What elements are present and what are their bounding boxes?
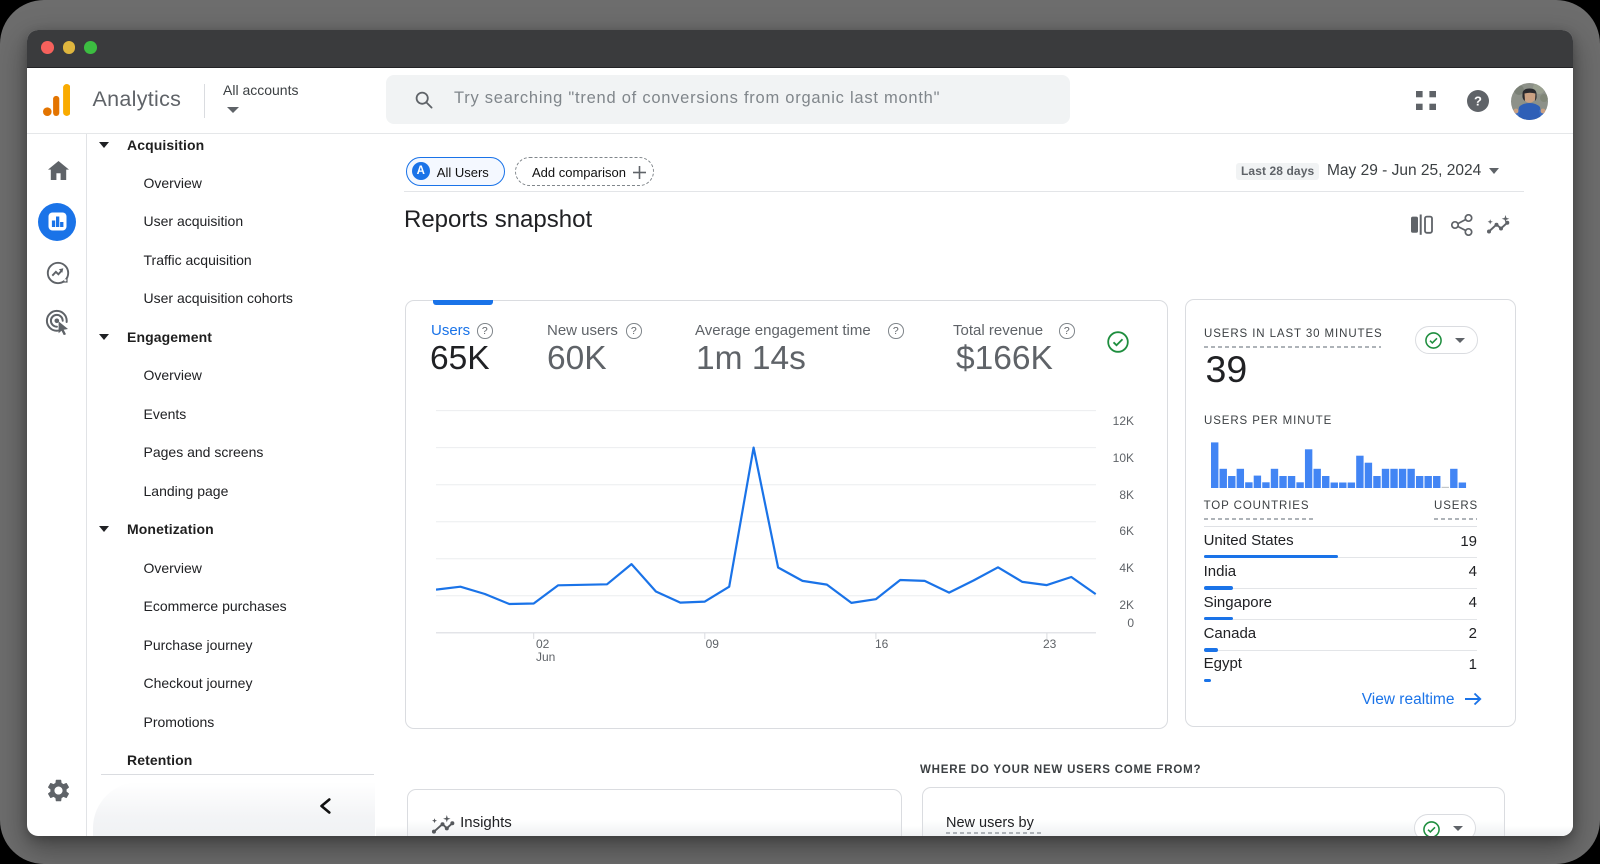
- svg-text:?: ?: [1474, 93, 1482, 108]
